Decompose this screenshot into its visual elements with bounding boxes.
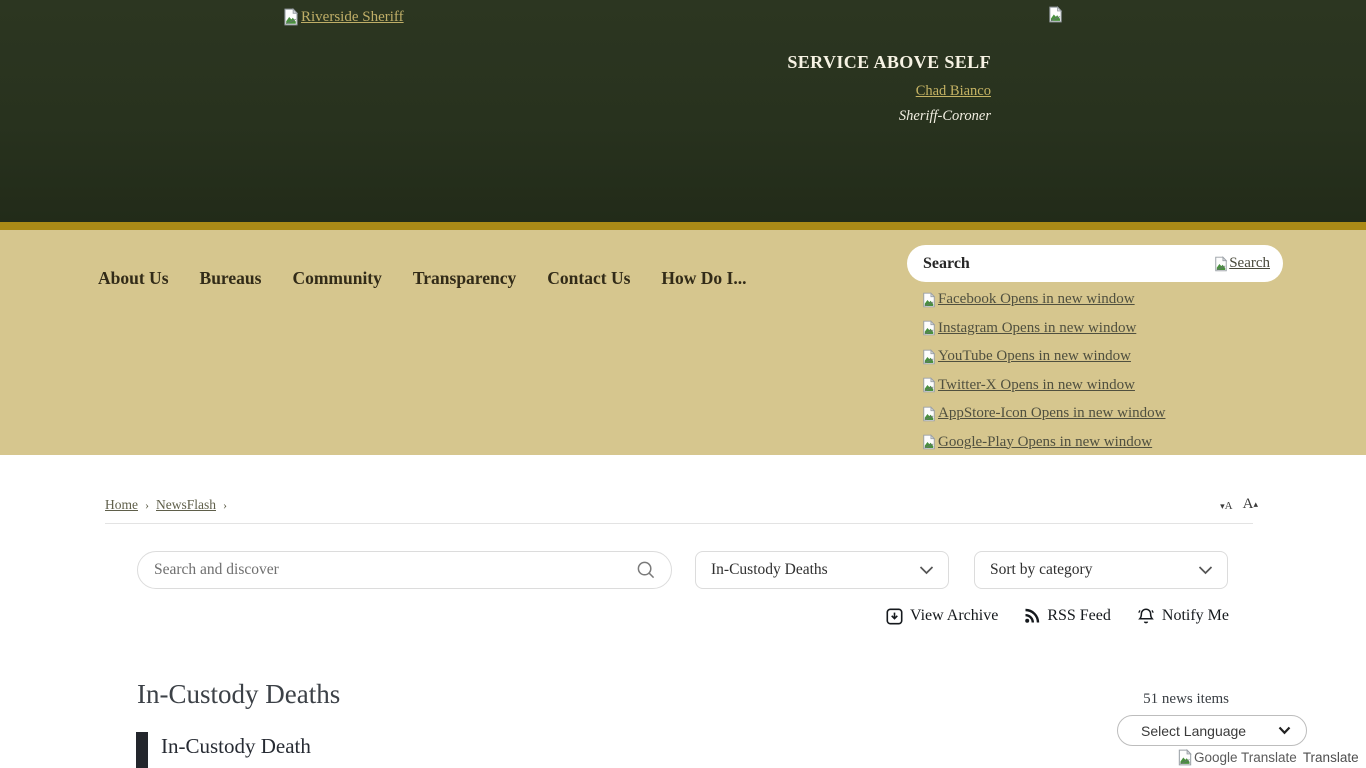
gold-divider-stripe [0,222,1366,230]
rss-feed-link[interactable]: RSS Feed [1024,607,1111,625]
increase-text-size-button[interactable]: A ▴ [1243,497,1258,512]
social-link-facebook[interactable]: Facebook Opens in new window [922,291,1135,308]
language-select[interactable]: Select Language [1117,715,1307,746]
social-link-instagram[interactable]: Instagram Opens in new window [922,320,1136,337]
decrease-text-size-button[interactable]: ▾ A [1220,501,1232,512]
nav-item-community[interactable]: Community [292,268,381,289]
social-link-appstore[interactable]: AppStore-Icon Opens in new window [922,405,1165,422]
broken-image-icon [922,406,936,422]
search-icon [636,560,656,580]
nav-item-bureaus[interactable]: Bureaus [200,268,262,289]
sheriff-name-link[interactable]: Chad Bianco [916,83,991,100]
broken-image-icon [922,434,936,450]
nav-item-about-us[interactable]: About Us [98,268,169,289]
header-search-submit-link[interactable]: Search [1214,255,1270,272]
page: Riverside Sheriff SERVICE ABOVE SELF Cha… [0,0,1366,768]
sort-dropdown[interactable]: Sort by category [974,551,1228,589]
broken-image-icon [922,349,936,365]
broken-image-icon [922,320,936,336]
view-archive-link[interactable]: View Archive [886,607,998,625]
nav-item-how-do-i[interactable]: How Do I... [661,268,746,289]
rss-icon [1024,608,1040,624]
social-link-google-play[interactable]: Google-Play Opens in new window [922,434,1152,451]
page-title: In-Custody Deaths [137,679,341,709]
news-search-box [137,551,672,589]
sheriff-title-text: Sheriff-Coroner [898,108,991,124]
breadcrumb-divider [105,523,1253,524]
sort-dropdown-value: Sort by category [990,561,1093,578]
site-logo-alt-text: Riverside Sheriff [301,8,404,25]
broken-image-icon [922,377,936,393]
breadcrumb-row: Home › NewsFlash › ▾ A A ▴ [105,497,1258,513]
bell-icon [1137,607,1155,625]
nav-item-transparency[interactable]: Transparency [413,268,516,289]
triangle-up-icon: ▴ [1253,499,1258,509]
archive-icon [886,607,903,625]
broken-image-icon [1048,6,1063,23]
nav-item-contact-us[interactable]: Contact Us [547,268,630,289]
category-dropdown-value: In-Custody Deaths [711,561,828,578]
filter-row: In-Custody Deaths Sort by category [137,551,1366,589]
header-search-box: Search [907,245,1283,282]
chevron-down-icon [1198,565,1213,575]
breadcrumb-home-link[interactable]: Home [105,497,138,513]
site-header: Riverside Sheriff SERVICE ABOVE SELF Cha… [0,0,1366,222]
language-select-value: Select Language [1141,722,1247,739]
breadcrumb-newsflash-link[interactable]: NewsFlash [156,497,216,513]
social-link-twitter-x[interactable]: Twitter-X Opens in new window [922,377,1135,394]
social-link-youtube[interactable]: YouTube Opens in new window [922,348,1131,365]
translate-label: Translate [1302,750,1359,765]
title-row: In-Custody Deaths 51 news items [137,679,1229,710]
broken-image-icon [283,8,299,26]
chevron-down-icon [919,565,934,575]
breadcrumb-separator: › [223,497,227,512]
text-size-controls: ▾ A A ▴ [1220,497,1258,512]
nav-right-column: Search Facebook Opens in new window Inst… [907,245,1283,462]
breadcrumb-separator: › [145,497,149,512]
site-logo-link[interactable]: Riverside Sheriff [283,8,404,26]
motto-text: SERVICE ABOVE SELF [787,52,991,72]
google-translate-widget[interactable]: Google Translate Translate [1177,749,1359,766]
broken-image-icon [1214,256,1228,272]
action-row: View Archive RSS Feed Notify Me [0,607,1229,625]
broken-image-icon [1177,749,1193,766]
news-item-title-link[interactable]: In-Custody Death [161,732,311,768]
header-search-input[interactable] [923,254,1215,273]
broken-image-icon [922,292,936,308]
category-dropdown[interactable]: In-Custody Deaths [695,551,949,589]
social-links-list: Facebook Opens in new window Instagram O… [907,291,1283,455]
news-search-input[interactable] [154,561,636,579]
news-item-marker-bar [136,732,148,768]
google-translate-alt-text: Google Translate [1194,750,1297,765]
news-count: 51 news items [1143,691,1229,707]
header-right-block: SERVICE ABOVE SELF Chad Bianco Sheriff-C… [787,52,991,125]
nav-band: About Us Bureaus Community Transparency … [0,230,1366,455]
header-search-submit-label: Search [1229,255,1270,271]
main-nav: About Us Bureaus Community Transparency … [98,268,746,289]
breadcrumb: Home › NewsFlash › [105,497,1258,513]
chevron-down-icon [1278,726,1291,735]
notify-me-link[interactable]: Notify Me [1137,607,1229,625]
